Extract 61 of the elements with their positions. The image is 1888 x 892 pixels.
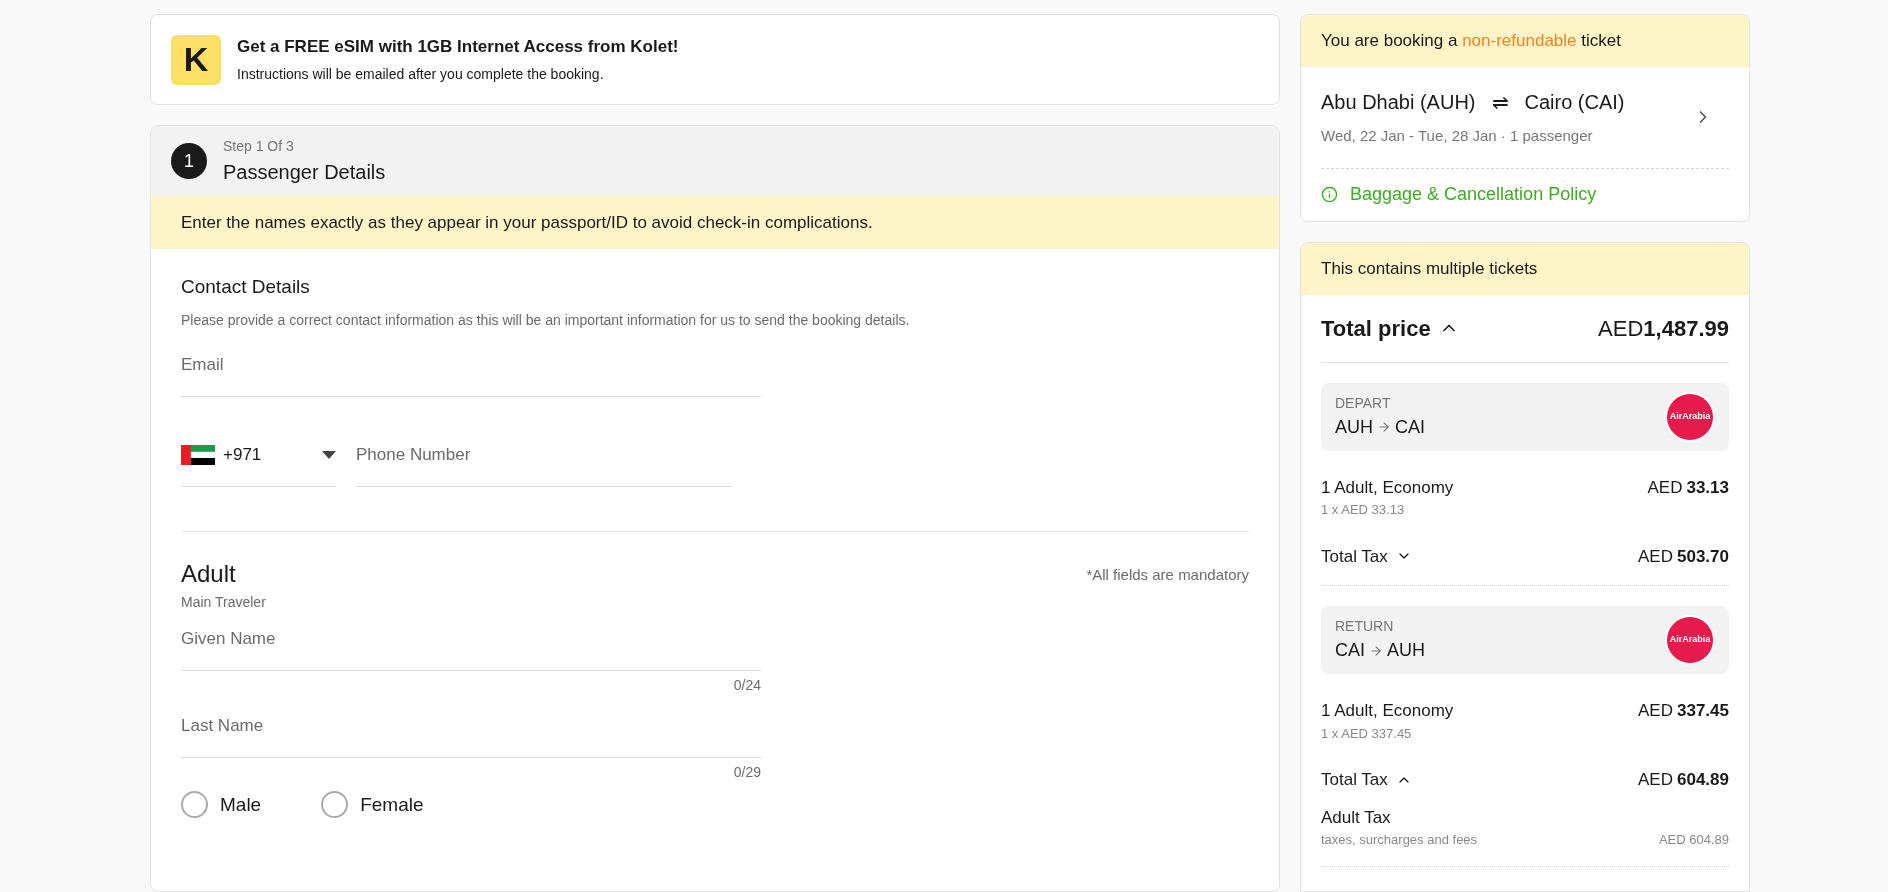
flag-icon [181, 445, 215, 465]
tax-item-amount: AED 604.89 [1658, 831, 1729, 849]
promo-subtitle: Instructions will be emailed after you complete the booking. [237, 64, 605, 84]
character-counter: 0/29 [733, 762, 761, 782]
tax-amount: 604.89 [1677, 769, 1729, 791]
arrow-right-icon [1369, 643, 1383, 658]
airline-logo: AirArabia [1665, 391, 1715, 442]
text-field[interactable]: Given Name [181, 608, 761, 671]
fare-amount: 337.45 [1677, 700, 1729, 722]
tax-item-name: Adult Tax [1321, 806, 1392, 829]
section-title: Contact Details [181, 275, 311, 299]
step-number: 1 [171, 143, 207, 179]
fare-detail: 1 x AED 337.45 [1321, 724, 1413, 743]
leg-destination: AUH [1387, 639, 1426, 662]
currency: AED [1638, 545, 1673, 568]
traveler-title: Adult [181, 558, 237, 589]
caret-icon [322, 451, 336, 459]
info-icon [1321, 186, 1338, 203]
tickets-notice: This contains multiple tickets [1301, 242, 1749, 295]
mandatory-note: *All fields are mandatory [1086, 564, 1249, 585]
leg-origin: AUH [1335, 415, 1373, 439]
total-amount: 1,487.99 [1643, 314, 1729, 343]
leg-label: DEPART [1335, 393, 1392, 413]
arrow-right-icon [1377, 420, 1391, 434]
gender-radio[interactable]: Male [181, 790, 262, 819]
route-symbol: ⇌ [1491, 90, 1509, 115]
leg-destination: CAI [1395, 415, 1426, 439]
refund-notice: You are booking a non-refundable ticket [1301, 15, 1749, 67]
fare-amount: 33.13 [1686, 476, 1729, 499]
currency: AED [1638, 700, 1673, 722]
currency: AED [1647, 476, 1683, 499]
phone-field[interactable]: Phone Number [356, 424, 732, 487]
airline-logo: AirArabia [1665, 615, 1715, 665]
section-subtitle: Please provide a correct contact information as this will be an important information for us to send the booking details. [181, 310, 911, 330]
origin-city: Abu Dhabi (AUH) [1321, 90, 1476, 115]
leg-origin: CAI [1335, 639, 1365, 662]
tax-item-detail: taxes, surcharges and fees [1321, 831, 1478, 849]
text-field[interactable]: Email [181, 334, 761, 397]
total-tax-toggle[interactable]: Total Tax [1321, 767, 1412, 793]
logo-letter: K [183, 39, 209, 80]
gender-radio[interactable]: Female [321, 790, 424, 819]
fare-label: 1 Adult, Economy [1321, 476, 1454, 499]
character-counter: 0/24 [733, 675, 761, 695]
radio-icon [321, 791, 349, 819]
step-title: Passenger Details [223, 159, 386, 185]
total-tax-toggle[interactable]: Total Tax [1321, 543, 1412, 569]
country-code-dropdown[interactable]: +971 [181, 424, 336, 487]
tax-amount: 503.70 [1677, 545, 1729, 568]
step-caption: Step 1 Of 3 [223, 136, 295, 156]
leg-label: RETURN [1335, 617, 1395, 636]
promo-title: Get a FREE eSIM with 1GB Internet Access from Kolet! [237, 36, 679, 59]
fare-detail: 1 x AED 33.13 [1321, 501, 1406, 519]
trip-details: Wed, 22 Jan - Tue, 28 Jan · 1 passenger [1321, 126, 1594, 146]
fare-label: 1 Adult, Economy [1321, 700, 1454, 722]
radio-icon [181, 791, 208, 819]
currency: AED [1598, 314, 1644, 343]
currency: AED [1638, 769, 1673, 791]
destination-city: Cairo (CAI) [1524, 90, 1625, 115]
passport-notice: Enter the names exactly as they appear in your passport/ID to avoid check-in complications. [151, 196, 1279, 249]
text-field[interactable]: Last Name [181, 695, 761, 758]
total-price-toggle[interactable]: Total price [1321, 311, 1459, 345]
